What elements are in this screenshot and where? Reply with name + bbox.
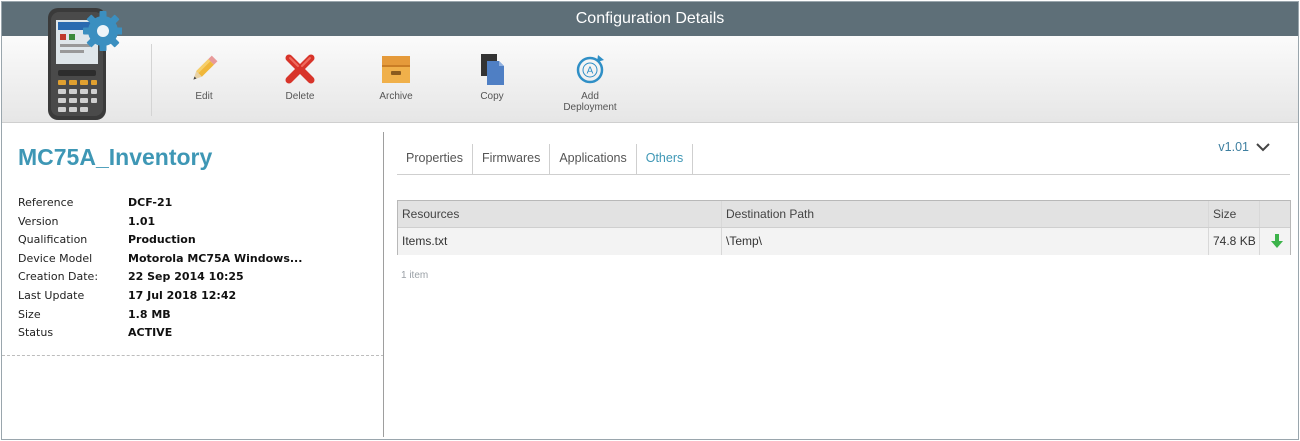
property-key: Status [18,326,54,340]
tabs-underline [397,174,1290,175]
column-header-resources[interactable]: Resources [398,201,722,227]
version-selector[interactable]: v1.01 [1218,140,1271,154]
config-name: MC75A_Inventory [18,144,213,170]
gear-icon [83,11,123,51]
config-summary-panel: MC75A_Inventory Reference DCF-21 Version… [2,124,384,439]
property-value: 1.8 MB [128,307,171,321]
column-header-actions [1260,201,1290,227]
archive-label: Archive [379,91,413,102]
summary-separator [2,355,384,356]
edit-label: Edit [195,91,213,102]
column-header-destination-path[interactable]: Destination Path [722,201,1209,227]
item-count: 1 item [401,270,429,281]
version-label: v1.01 [1218,140,1249,154]
resources-table: Resources Destination Path Size Items.tx… [397,200,1291,255]
delete-label: Delete [285,91,315,102]
property-row: Version 1.01 [18,215,378,234]
tab-properties[interactable]: Properties [397,144,473,174]
property-key: Last Update [18,288,85,302]
copy-button[interactable]: Copy [452,52,532,102]
property-row: Reference DCF-21 [18,196,378,215]
pencil-icon [193,55,218,80]
property-key: Device Model [18,251,93,265]
property-row: Creation Date: 22 Sep 2014 10:25 [18,270,378,289]
property-row: Size 1.8 MB [18,308,378,327]
archive-button[interactable]: Archive [356,52,436,102]
property-value: Production [128,233,196,247]
property-value: 17 Jul 2018 12:42 [128,288,237,302]
property-row: Status ACTIVE [18,326,378,345]
property-value: 22 Sep 2014 10:25 [128,270,244,284]
tab-firmwares[interactable]: Firmwares [473,144,551,174]
device-image [42,6,123,122]
red-x-icon [285,54,315,84]
delete-button[interactable]: Delete [260,52,340,102]
property-key: Size [18,307,41,321]
panel-divider [383,132,384,437]
property-row: Last Update 17 Jul 2018 12:42 [18,289,378,308]
destination-path: \Temp\ [722,228,1209,255]
toolbar: Edit Delete Archive Copy A Add Deploymen… [2,8,1298,123]
property-row: Qualification Production [18,233,378,252]
copy-icon [481,54,504,85]
add-deployment-label: Add Deployment [563,91,617,113]
chevron-down-icon [1256,143,1270,152]
deployment-icon: A [576,55,604,84]
window-title: Configuration Details [2,2,1298,36]
copy-label: Copy [480,91,504,102]
edit-button[interactable]: Edit [164,52,244,102]
handheld-scanner-icon [48,8,123,120]
resource-name: Items.txt [398,228,722,255]
property-row: Device Model Motorola MC75A Windows... [18,252,378,271]
download-arrow-icon[interactable] [1271,234,1283,248]
property-value: DCF-21 [128,196,173,209]
property-value: ACTIVE [128,326,173,340]
tab-others[interactable]: Others [637,144,694,174]
property-key: Creation Date: [18,270,99,284]
details-panel: Properties Firmwares Applications Others… [385,124,1298,439]
svg-text:A: A [587,66,594,77]
property-key: Reference [18,196,74,209]
properties-list: Reference DCF-21 Version 1.01 Qualificat… [18,196,378,345]
box-icon [382,56,410,83]
tab-applications[interactable]: Applications [550,144,637,174]
property-key: Qualification [18,233,88,247]
download-cell [1260,228,1290,255]
configuration-details-window: Configuration Details Edit Delete Archiv… [1,1,1299,440]
add-deployment-button[interactable]: A Add Deployment [550,52,630,113]
tab-bar: Properties Firmwares Applications Others [397,144,694,174]
property-value: 1.01 [128,214,156,228]
property-key: Version [18,214,59,228]
column-header-size[interactable]: Size [1209,201,1260,227]
table-header: Resources Destination Path Size [398,201,1290,228]
property-value: Motorola MC75A Windows... [128,251,303,265]
toolbar-divider [151,44,152,116]
table-row[interactable]: Items.txt \Temp\ 74.8 KB [398,228,1290,255]
resource-size: 74.8 KB [1209,228,1260,255]
